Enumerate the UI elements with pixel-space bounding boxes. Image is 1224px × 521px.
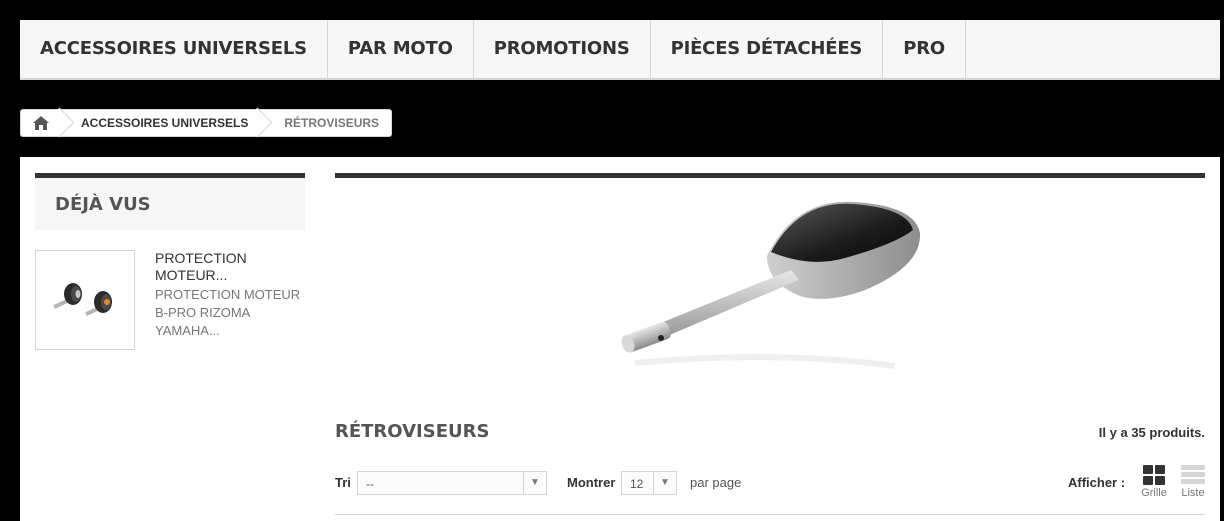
show-label: Montrer [567,475,616,490]
breadcrumb-current: RÉTROVISEURS [284,116,380,130]
per-page-select-value: 12 [630,477,644,491]
display-label: Afficher : [1068,475,1126,490]
main-column: RÉTROVISEURS Il y a 35 produits. Tri -- … [335,173,1205,515]
viewed-product-name[interactable]: PROTECTION MOTEUR... [155,250,305,284]
breadcrumb: ACCESSOIRES UNIVERSELS RÉTROVISEURS [20,107,393,138]
home-icon [33,116,49,130]
list-icon [1181,465,1205,484]
viewed-product-description: PROTECTION MOTEUR B-PRO RIZOMA YAMAHA... [155,287,301,338]
list-view-button[interactable]: Liste [1177,465,1209,499]
nav-item-accessoires-universels[interactable]: ACCESSOIRES UNIVERSELS [20,20,328,78]
category-title: RÉTROVISEURS [335,421,490,442]
viewed-product-item: PROTECTION MOTEUR... PROTECTION MOTEUR B… [35,250,305,350]
sort-label: Tri [335,475,351,490]
sort-select-value: -- [366,477,374,491]
toolbar-divider [335,514,1205,515]
per-page-select[interactable]: 12 ▼ [621,471,677,495]
per-page-label: par page [690,475,742,490]
chevron-down-icon: ▼ [523,472,546,494]
viewed-products-title: DÉJÀ VUS [35,173,305,230]
content-area: DÉJÀ VUS PROTECTION MOTEUR... PROTECTION [20,157,1220,521]
viewed-product-thumbnail[interactable] [35,250,135,350]
grid-view-label: Grille [1141,487,1167,499]
sidebar: DÉJÀ VUS PROTECTION MOTEUR... PROTECTION [35,173,305,350]
nav-item-promotions[interactable]: PROMOTIONS [474,20,651,78]
nav-item-pieces-detachees[interactable]: PIÈCES DÉTACHÉES [651,20,884,78]
grid-icon [1143,465,1165,485]
breadcrumb-home[interactable] [21,107,75,138]
list-view-label: Liste [1181,487,1205,499]
nav-item-pro[interactable]: PRO [883,20,966,78]
top-menu: ACCESSOIRES UNIVERSELS PAR MOTO PROMOTIO… [20,20,1220,80]
product-image [53,283,112,317]
product-count: Il y a 35 produits. [1098,425,1205,440]
category-banner-image [621,201,921,369]
chevron-down-icon: ▼ [653,472,676,494]
breadcrumb-label: ACCESSOIRES UNIVERSELS [81,116,249,130]
breadcrumb-item-accessoires-universels[interactable]: ACCESSOIRES UNIVERSELS [61,107,273,138]
grid-view-button[interactable]: Grille [1138,465,1170,499]
nav-item-par-moto[interactable]: PAR MOTO [328,20,474,78]
sort-select[interactable]: -- ▼ [357,471,547,495]
